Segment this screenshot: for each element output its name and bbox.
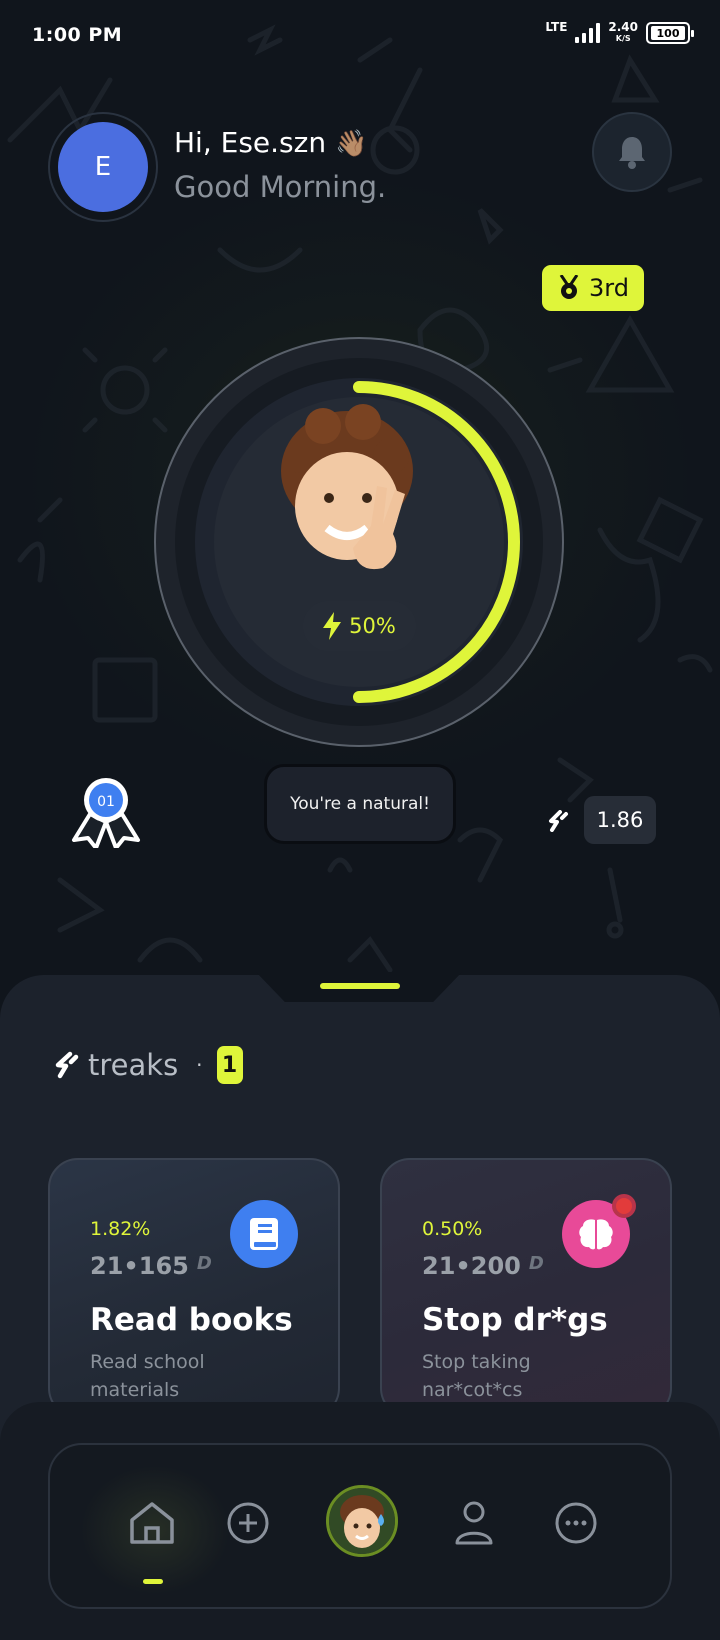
battery-level: 100 bbox=[651, 26, 685, 40]
streak-card-read-books[interactable]: 1.82% 21•165 D Read books Read school mat… bbox=[48, 1158, 340, 1418]
streaks-separator: · bbox=[196, 1053, 203, 1077]
streak-icon bbox=[548, 810, 570, 836]
network-speed-value: 2.40 bbox=[608, 20, 638, 34]
wave-emoji: 👋🏽 bbox=[334, 129, 368, 159]
home-screen: 1:00 PM LTE 2.40 K/S 100 E Hi, Ese.szn 👋… bbox=[0, 0, 720, 1640]
status-time: 1:00 PM bbox=[32, 24, 123, 46]
battery-icon: 100 bbox=[646, 22, 694, 44]
card-description: Read school materials bbox=[90, 1351, 205, 1401]
book-icon bbox=[250, 1218, 278, 1250]
brain-icon bbox=[579, 1219, 613, 1250]
card-range-value: 21•165 bbox=[90, 1252, 189, 1280]
nav-profile[interactable] bbox=[446, 1495, 502, 1551]
greeting: Hi, Ese.szn 👋🏽 bbox=[174, 126, 367, 159]
encouragement-text: You're a natural! bbox=[290, 794, 430, 814]
avatar bbox=[329, 1488, 395, 1554]
nav-home[interactable] bbox=[124, 1495, 180, 1551]
bell-icon bbox=[619, 137, 645, 169]
energy-level: 50% bbox=[303, 601, 416, 651]
energy-percent: 50% bbox=[349, 614, 396, 638]
ribbon-icon: 01 bbox=[72, 778, 140, 850]
network-type: LTE bbox=[545, 20, 568, 34]
greeting-subtitle: Good Morning. bbox=[174, 170, 387, 204]
user-avatar-button[interactable]: E bbox=[48, 112, 158, 222]
streaks-count: 1 bbox=[216, 1046, 243, 1084]
streak-value-chip[interactable]: 1.86 bbox=[584, 796, 656, 844]
card-title: Read books bbox=[90, 1302, 293, 1338]
medal-icon bbox=[559, 275, 579, 299]
ribbon-badge[interactable]: 01 bbox=[68, 776, 144, 850]
status-bar: 1:00 PM LTE 2.40 K/S 100 bbox=[0, 0, 720, 72]
card-icon-badge bbox=[230, 1200, 298, 1268]
card-title: Stop dr*gs bbox=[422, 1302, 608, 1338]
streaks-header: treaks · 1 bbox=[54, 1046, 243, 1084]
streak-logo-icon bbox=[55, 1051, 79, 1079]
progress-ring-svg bbox=[154, 337, 564, 747]
network-speed: 2.40 K/S bbox=[608, 20, 638, 44]
network-speed-unit: K/S bbox=[615, 34, 631, 43]
sheet-handle[interactable] bbox=[320, 983, 400, 989]
card-range-value: 21•200 bbox=[422, 1252, 521, 1280]
streaks-title: treaks bbox=[88, 1048, 179, 1082]
greeting-text: Hi, Ese.szn bbox=[174, 126, 327, 159]
rank-badge[interactable]: 3rd bbox=[542, 265, 644, 311]
avatar-initial: E bbox=[94, 152, 112, 182]
card-description: Stop taking nar*cot*cs bbox=[422, 1351, 531, 1401]
card-range-unit: D bbox=[196, 1253, 212, 1274]
notification-dot bbox=[612, 1194, 636, 1218]
bottom-nav bbox=[48, 1443, 672, 1609]
progress-ring bbox=[153, 336, 565, 748]
signal-icon bbox=[575, 23, 601, 43]
notifications-button[interactable] bbox=[592, 112, 672, 192]
add-icon bbox=[227, 1502, 269, 1544]
badge-number: 01 bbox=[97, 794, 115, 810]
status-icons: LTE 2.40 K/S 100 bbox=[545, 20, 694, 44]
nav-add[interactable] bbox=[220, 1495, 276, 1551]
home-icon bbox=[130, 1502, 174, 1544]
lightning-icon bbox=[323, 612, 342, 640]
nav-active-indicator bbox=[143, 1579, 163, 1584]
avatar: E bbox=[58, 122, 148, 212]
more-icon bbox=[555, 1502, 597, 1544]
streak-card-stop-drugs[interactable]: 0.50% 21•200 D Stop dr*gs Stop taking nar… bbox=[380, 1158, 672, 1418]
streak-value: 1.86 bbox=[596, 808, 644, 832]
nav-more[interactable] bbox=[548, 1495, 604, 1551]
rank-label: 3rd bbox=[589, 274, 629, 302]
profile-icon bbox=[455, 1501, 493, 1545]
card-range-unit: D bbox=[528, 1253, 544, 1274]
encouragement-message: You're a natural! bbox=[264, 764, 456, 844]
nav-avatar[interactable] bbox=[326, 1485, 398, 1557]
